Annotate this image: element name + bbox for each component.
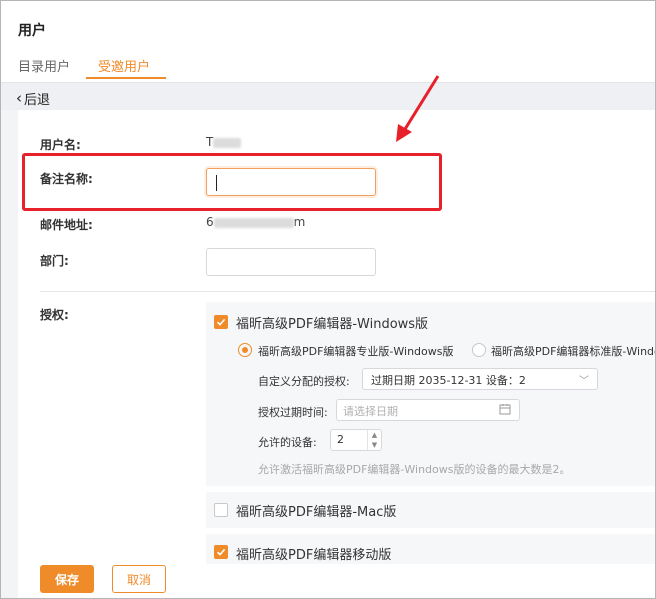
page-title: 用户	[18, 23, 46, 39]
custom-license-label: 自定义分配的授权:	[258, 375, 350, 388]
devices-stepper[interactable]: 2 ▲ ▼	[330, 429, 382, 451]
check-icon	[216, 548, 226, 556]
chevron-up-icon[interactable]: ▲	[372, 431, 377, 439]
checkbox-mac[interactable]	[214, 503, 228, 517]
product-name-windows: 福昕高级PDF编辑器-Windows版	[236, 317, 429, 332]
email-value: 6m	[206, 215, 305, 229]
check-icon	[216, 318, 226, 326]
username-value: T	[206, 135, 242, 149]
chevron-left-icon: ‹	[16, 89, 22, 107]
department-input[interactable]	[206, 248, 376, 276]
email-label: 邮件地址:	[40, 218, 93, 232]
standard-edition-label: 福昕高级PDF编辑器标准版-Windo	[491, 345, 656, 358]
product-panel-mobile: 福昕高级PDF编辑器移动版	[206, 534, 656, 564]
username-text: T	[206, 135, 214, 149]
tab-directory-users[interactable]: 目录用户	[18, 56, 70, 75]
expiry-placeholder: 请选择日期	[343, 405, 398, 418]
pro-edition-label: 福昕高级PDF编辑器专业版-Windows版	[258, 345, 454, 358]
department-label: 部门:	[40, 254, 69, 268]
redaction-blur	[213, 137, 242, 148]
expiry-date-picker[interactable]: 请选择日期	[336, 399, 520, 421]
stepper-arrows[interactable]: ▲ ▼	[367, 430, 381, 450]
save-button[interactable]: 保存	[40, 565, 94, 593]
cancel-button[interactable]: 取消	[112, 565, 166, 593]
text-caret	[216, 175, 217, 191]
radio-standard-edition[interactable]	[472, 343, 486, 357]
custom-license-select[interactable]: 过期日期 2035-12-31 设备：2 ﹀	[362, 368, 598, 390]
username-label: 用户名:	[40, 138, 81, 152]
radio-pro-edition[interactable]	[238, 343, 252, 357]
devices-value: 2	[337, 433, 344, 446]
back-button[interactable]: ‹ 后退	[16, 89, 51, 109]
active-tab-indicator	[86, 77, 166, 79]
custom-license-value: 过期日期 2035-12-31 设备：2	[371, 374, 526, 387]
redaction-blur	[213, 217, 294, 228]
devices-label: 允许的设备:	[258, 436, 317, 449]
back-label: 后退	[24, 93, 51, 108]
authorization-label: 授权:	[40, 308, 69, 322]
chevron-down-icon[interactable]: ▼	[372, 441, 377, 449]
left-gutter	[0, 110, 18, 599]
email-suffix: m	[293, 215, 306, 229]
product-name-mobile: 福昕高级PDF编辑器移动版	[236, 548, 392, 563]
tab-bar: 目录用户 受邀用户	[0, 50, 656, 80]
tab-invited-users[interactable]: 受邀用户	[98, 56, 150, 75]
checkbox-mobile[interactable]	[214, 545, 228, 559]
chevron-down-icon: ﹀	[579, 376, 589, 387]
devices-hint: 允许激活福昕高级PDF编辑器-Windows版的设备的最大数是2。	[258, 463, 571, 476]
expiry-label: 授权过期时间:	[258, 406, 328, 419]
section-divider	[40, 291, 656, 292]
remark-name-label: 备注名称:	[40, 172, 93, 186]
back-bar: ‹ 后退	[0, 82, 656, 110]
remark-name-input[interactable]	[206, 168, 376, 196]
calendar-icon	[499, 404, 511, 415]
product-name-mac: 福昕高级PDF编辑器-Mac版	[236, 505, 397, 520]
checkbox-windows[interactable]	[214, 315, 228, 329]
email-prefix: 6	[206, 215, 214, 229]
